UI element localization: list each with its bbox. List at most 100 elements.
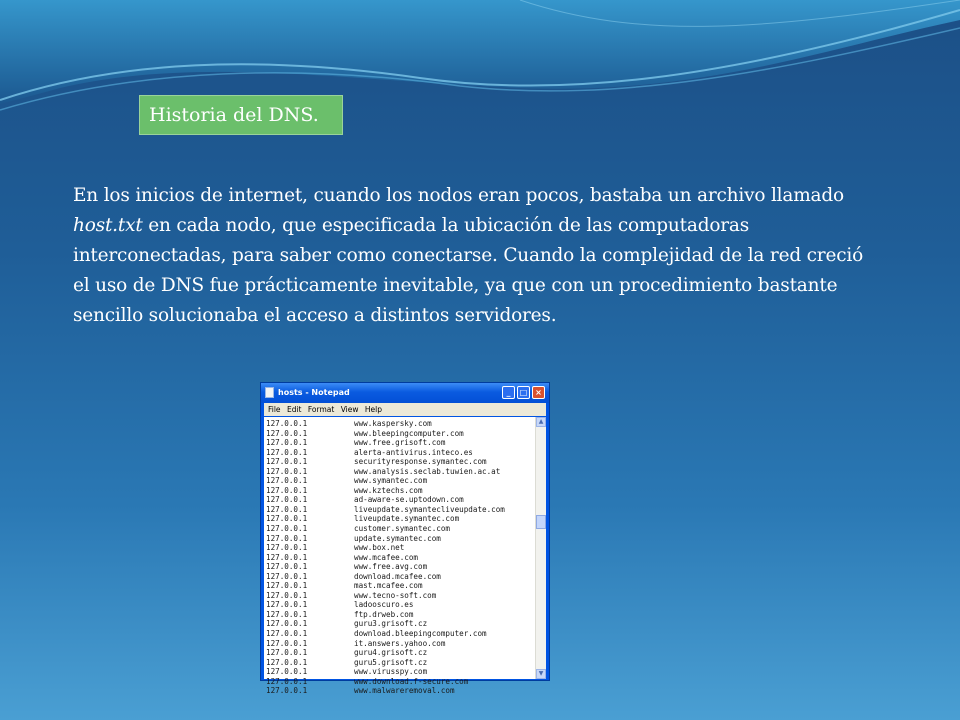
hosts-domain: www.symantec.com: [354, 476, 428, 486]
hosts-ip: 127.0.0.1: [266, 533, 308, 543]
hosts-line: 127.0.0.1 www.mcafee.com: [266, 553, 534, 563]
hosts-ip: 127.0.0.1: [266, 495, 308, 505]
hosts-ip: 127.0.0.1: [266, 609, 308, 619]
hosts-ip: 127.0.0.1: [266, 428, 308, 438]
hosts-ip: 127.0.0.1: [266, 667, 308, 677]
hosts-domain: guru3.grisoft.cz: [354, 619, 428, 629]
hosts-line: 127.0.0.1 www.free.grisoft.com: [266, 438, 534, 448]
hosts-line: 127.0.0.1 update.symantec.com: [266, 534, 534, 544]
hosts-line: 127.0.0.1 www.symantec.com: [266, 476, 534, 486]
hosts-content: 127.0.0.1 www.kaspersky.com 127.0.0.1 www.b…: [266, 419, 534, 696]
hosts-line: 127.0.0.1 customer.symantec.com: [266, 524, 534, 534]
notepad-window: hosts - Notepad _ □ × File Edit Format V…: [260, 382, 550, 695]
paragraph-text-1: En los inicios de internet, cuando los n…: [73, 185, 844, 206]
hosts-domain: www.bleepingcomputer.com: [354, 428, 464, 438]
hosts-line: 127.0.0.1 www.malwareremoval.com: [266, 686, 534, 696]
hosts-line: 127.0.0.1 www.tecno-soft.com: [266, 591, 534, 601]
hosts-domain: customer.symantec.com: [354, 524, 451, 534]
hosts-line: 127.0.0.1 mast.mcafee.com: [266, 581, 534, 591]
hosts-domain: liveupdate.symantecliveupdate.com: [354, 504, 505, 514]
hosts-domain: update.symantec.com: [354, 533, 441, 543]
hosts-ip: 127.0.0.1: [266, 419, 308, 428]
hosts-ip: 127.0.0.1: [266, 543, 308, 553]
notepad-title: hosts - Notepad: [278, 388, 350, 397]
scroll-up-icon[interactable]: ▲: [536, 417, 546, 427]
hosts-line: 127.0.0.1 it.answers.yahoo.com: [266, 639, 534, 649]
hosts-domain: www.kaspersky.com: [354, 419, 432, 428]
minimize-button[interactable]: _: [502, 386, 515, 399]
menu-edit[interactable]: Edit: [287, 403, 302, 416]
hosts-domain: www.free.avg.com: [354, 562, 428, 572]
notepad-text-area[interactable]: 127.0.0.1 www.kaspersky.com 127.0.0.1 www.b…: [264, 417, 546, 695]
hosts-domain: securityresponse.symantec.com: [354, 457, 487, 467]
maximize-button[interactable]: □: [517, 386, 530, 399]
hosts-line: 127.0.0.1 guru4.grisoft.cz: [266, 648, 534, 658]
hosts-line: 127.0.0.1 download.mcafee.com: [266, 572, 534, 582]
hosts-ip: 127.0.0.1: [266, 438, 308, 448]
hosts-domain: download.bleepingcomputer.com: [354, 629, 487, 639]
menu-view[interactable]: View: [341, 403, 359, 416]
notepad-menubar: File Edit Format View Help: [264, 403, 546, 416]
close-button[interactable]: ×: [532, 386, 545, 399]
menu-format[interactable]: Format: [308, 403, 334, 416]
scroll-down-icon[interactable]: ▼: [536, 669, 546, 679]
hosts-line: 127.0.0.1 download.bleepingcomputer.com: [266, 629, 534, 639]
hosts-domain: guru4.grisoft.cz: [354, 648, 428, 658]
hosts-domain: it.answers.yahoo.com: [354, 638, 446, 648]
hosts-line: 127.0.0.1 guru5.grisoft.cz: [266, 658, 534, 668]
scroll-thumb[interactable]: [536, 515, 546, 529]
hosts-ip: 127.0.0.1: [266, 514, 308, 524]
hosts-ip: 127.0.0.1: [266, 457, 308, 467]
hosts-line: 127.0.0.1 www.kaspersky.com: [266, 419, 534, 429]
hosts-ip: 127.0.0.1: [266, 638, 308, 648]
paragraph-text-2: en cada nodo, que especificada la ubicac…: [73, 215, 864, 326]
hosts-ip: 127.0.0.1: [266, 466, 308, 476]
hosts-domain: mast.mcafee.com: [354, 581, 423, 591]
hosts-ip: 127.0.0.1: [266, 629, 308, 639]
menu-help[interactable]: Help: [365, 403, 382, 416]
hosts-ip: 127.0.0.1: [266, 686, 308, 696]
paragraph-filename: host.txt: [73, 215, 143, 236]
notepad-titlebar[interactable]: hosts - Notepad _ □ ×: [261, 383, 549, 403]
hosts-domain: www.download.f-secure.com: [354, 676, 469, 686]
hosts-domain: liveupdate.symantec.com: [354, 514, 460, 524]
hosts-domain: www.malwareremoval.com: [354, 686, 455, 696]
hosts-ip: 127.0.0.1: [266, 600, 308, 610]
hosts-ip: 127.0.0.1: [266, 562, 308, 572]
hosts-line: 127.0.0.1 liveupdate.symantecliveupdate.c…: [266, 505, 534, 515]
hosts-line: 127.0.0.1 www.free.avg.com: [266, 562, 534, 572]
hosts-ip: 127.0.0.1: [266, 552, 308, 562]
slide-paragraph: En los inicios de internet, cuando los n…: [73, 181, 863, 331]
hosts-domain: www.mcafee.com: [354, 552, 419, 562]
hosts-ip: 127.0.0.1: [266, 648, 308, 658]
hosts-ip: 127.0.0.1: [266, 619, 308, 629]
notepad-icon: [265, 387, 274, 398]
hosts-domain: www.tecno-soft.com: [354, 590, 437, 600]
hosts-line: 127.0.0.1 ad-aware-se.uptodown.com: [266, 495, 534, 505]
hosts-line: 127.0.0.1 www.box.net: [266, 543, 534, 553]
slide-title: Historia del DNS.: [139, 95, 343, 135]
hosts-domain: ad-aware-se.uptodown.com: [354, 495, 464, 505]
hosts-ip: 127.0.0.1: [266, 657, 308, 667]
hosts-domain: ladooscuro.es: [354, 600, 414, 610]
hosts-ip: 127.0.0.1: [266, 590, 308, 600]
hosts-ip: 127.0.0.1: [266, 571, 308, 581]
hosts-line: 127.0.0.1 www.kztechs.com: [266, 486, 534, 496]
hosts-ip: 127.0.0.1: [266, 524, 308, 534]
hosts-ip: 127.0.0.1: [266, 485, 308, 495]
hosts-line: 127.0.0.1 www.virusspy.com: [266, 667, 534, 677]
hosts-domain: ftp.drweb.com: [354, 609, 414, 619]
hosts-line: 127.0.0.1 liveupdate.symantec.com: [266, 514, 534, 524]
hosts-ip: 127.0.0.1: [266, 581, 308, 591]
hosts-ip: 127.0.0.1: [266, 447, 308, 457]
hosts-line: 127.0.0.1 ftp.drweb.com: [266, 610, 534, 620]
hosts-domain: www.virusspy.com: [354, 667, 428, 677]
hosts-domain: www.free.grisoft.com: [354, 438, 446, 448]
vertical-scrollbar[interactable]: ▲ ▼: [535, 417, 546, 679]
menu-file[interactable]: File: [268, 403, 281, 416]
hosts-line: 127.0.0.1 ladooscuro.es: [266, 600, 534, 610]
hosts-line: 127.0.0.1 www.analysis.seclab.tuwien.ac.a…: [266, 467, 534, 477]
hosts-line: 127.0.0.1 www.download.f-secure.com: [266, 677, 534, 687]
hosts-domain: www.box.net: [354, 543, 405, 553]
hosts-line: 127.0.0.1 securityresponse.symantec.com: [266, 457, 534, 467]
